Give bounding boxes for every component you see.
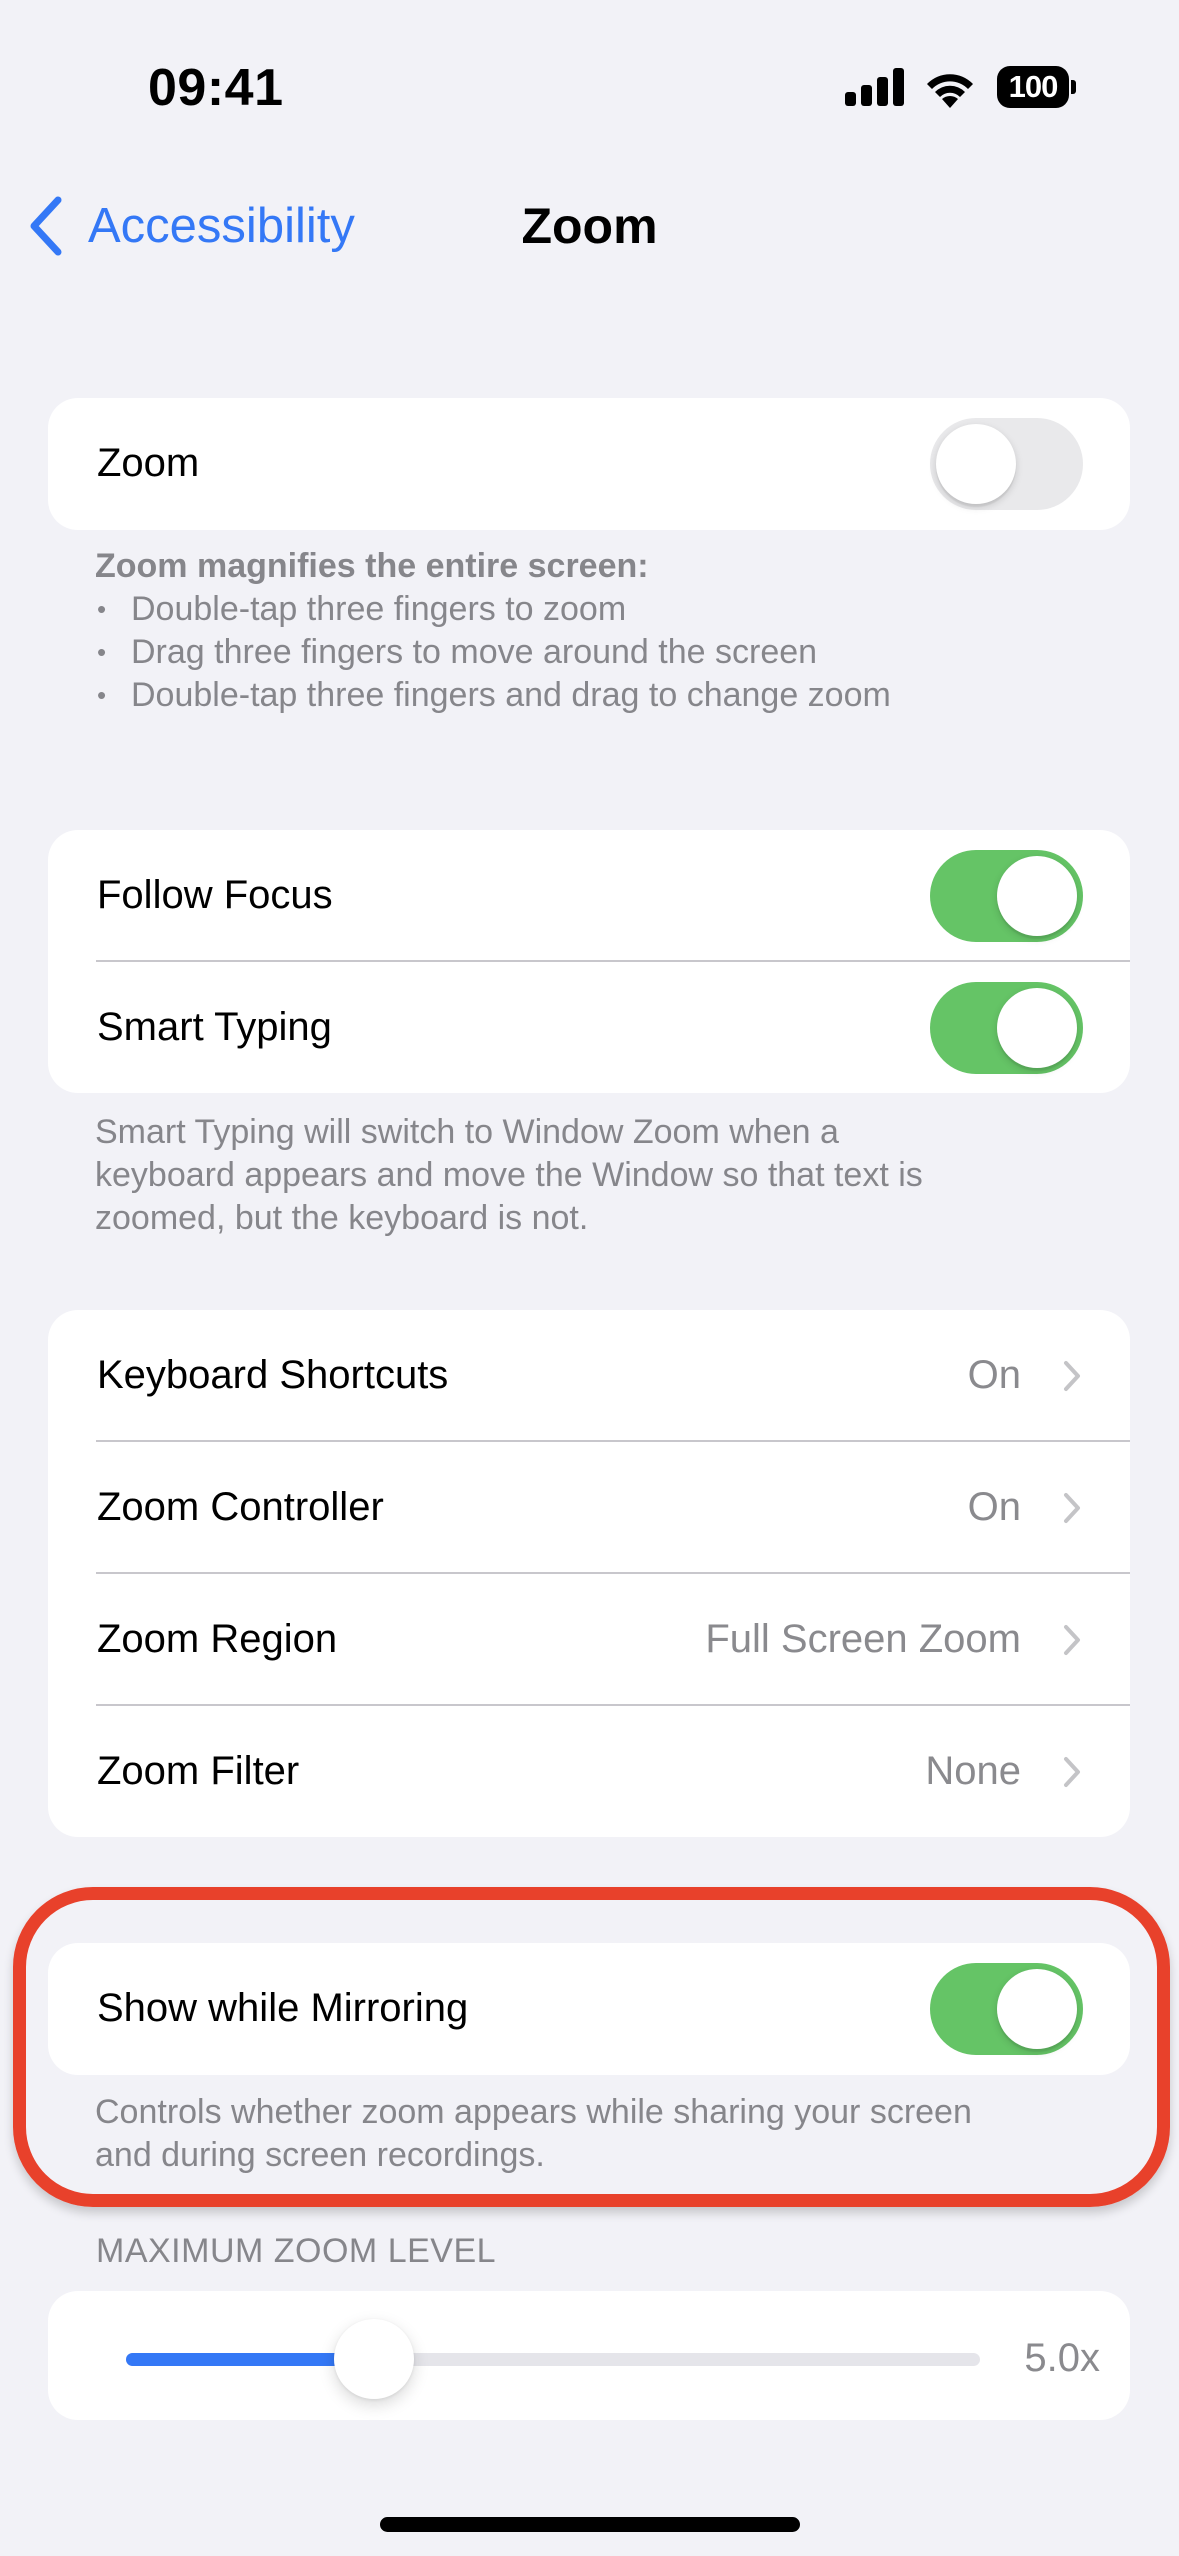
max-zoom-value: 5.0x — [1024, 2336, 1100, 2380]
smart-typing-row: Smart Typing — [48, 962, 1130, 1093]
zoom-footer-bullet: Drag three fingers to move around the sc… — [95, 631, 1095, 674]
page-title-text: Zoom — [521, 198, 658, 254]
follow-focus-toggle[interactable] — [930, 850, 1083, 942]
keyboard-shortcuts-row[interactable]: Keyboard Shortcuts On — [48, 1310, 1130, 1441]
zoom-label: Zoom — [97, 441, 200, 485]
wifi-icon — [922, 64, 978, 108]
toggle-knob — [936, 424, 1016, 504]
smart-typing-toggle[interactable] — [930, 982, 1083, 1074]
chevron-right-icon — [1064, 1625, 1080, 1655]
smart-typing-footer: Smart Typing will switch to Window Zoom … — [95, 1111, 1095, 1240]
follow-focus-row: Follow Focus — [48, 830, 1130, 961]
footer-line: Smart Typing will switch to Window Zoom … — [95, 1113, 839, 1151]
zoom-controller-label: Zoom Controller — [97, 1485, 384, 1529]
page-title: Zoom — [0, 196, 1179, 256]
keyboard-shortcuts-label: Keyboard Shortcuts — [97, 1353, 449, 1397]
zoom-row: Zoom — [48, 398, 1130, 530]
max-zoom-card: 5.0x — [48, 2291, 1130, 2420]
max-zoom-slider-track[interactable] — [126, 2353, 980, 2366]
zoom-footer-bullet: Double-tap three fingers and drag to cha… — [95, 674, 1095, 717]
battery-level: 100 — [997, 66, 1069, 108]
max-zoom-section-header: MAXIMUM ZOOM LEVEL — [96, 2232, 497, 2270]
home-indicator — [380, 2517, 800, 2532]
zoom-options-card: Keyboard Shortcuts On Zoom Controller On… — [48, 1310, 1130, 1837]
max-zoom-slider-thumb[interactable] — [333, 2319, 414, 2399]
toggle-knob — [997, 988, 1077, 1068]
zoom-region-value: Full Screen Zoom — [705, 1617, 1021, 1661]
chevron-right-icon — [1064, 1757, 1080, 1787]
status-time: 09:41 — [148, 59, 284, 117]
zoom-filter-value: None — [925, 1749, 1021, 1793]
zoom-footer: Zoom magnifies the entire screen: Double… — [95, 545, 1095, 717]
focus-card: Follow Focus Smart Typing — [48, 830, 1130, 1093]
chevron-right-icon — [1064, 1493, 1080, 1523]
zoom-region-row[interactable]: Zoom Region Full Screen Zoom — [48, 1574, 1130, 1705]
zoom-toggle-card: Zoom — [48, 398, 1130, 530]
zoom-footer-heading: Zoom magnifies the entire screen: — [95, 547, 649, 585]
footer-line: zoomed, but the keyboard is not. — [95, 1199, 589, 1237]
zoom-toggle[interactable] — [930, 418, 1083, 510]
keyboard-shortcuts-value: On — [967, 1353, 1021, 1397]
toggle-knob — [997, 856, 1077, 936]
footer-line: keyboard appears and move the Window so … — [95, 1156, 923, 1194]
zoom-filter-row[interactable]: Zoom Filter None — [48, 1706, 1130, 1837]
follow-focus-label: Follow Focus — [97, 873, 333, 917]
zoom-controller-value: On — [967, 1485, 1021, 1529]
zoom-footer-bullet: Double-tap three fingers to zoom — [95, 588, 1095, 631]
zoom-region-label: Zoom Region — [97, 1617, 338, 1661]
smart-typing-label: Smart Typing — [97, 1005, 332, 1049]
zoom-controller-row[interactable]: Zoom Controller On — [48, 1442, 1130, 1573]
highlight-annotation — [13, 1887, 1170, 2207]
cellular-signal-icon — [845, 68, 905, 106]
zoom-filter-label: Zoom Filter — [97, 1749, 300, 1793]
battery-icon: 100 — [997, 66, 1077, 108]
chevron-right-icon — [1064, 1361, 1080, 1391]
